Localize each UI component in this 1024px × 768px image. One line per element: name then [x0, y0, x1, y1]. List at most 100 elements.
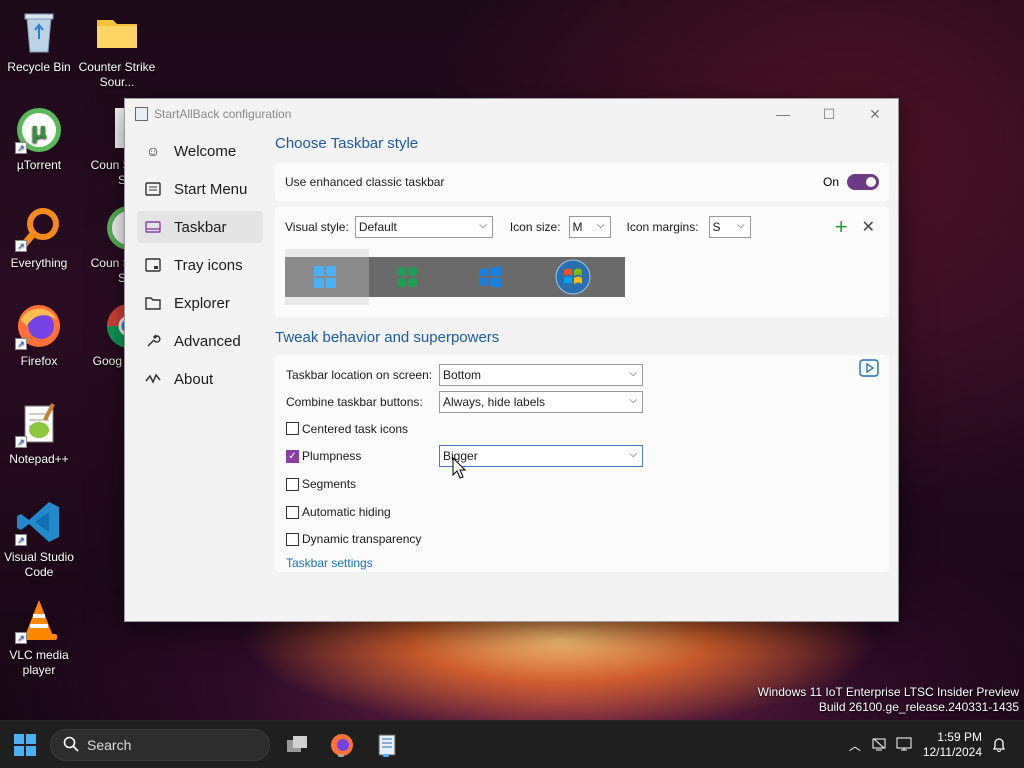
sidebar-item-advanced[interactable]: Advanced: [137, 325, 263, 357]
minimize-button[interactable]: —: [760, 99, 806, 129]
shortcut-arrow-icon: ↗: [15, 240, 27, 252]
firefox-icon: ↗: [15, 302, 63, 350]
visual-style-value: Default: [358, 220, 397, 234]
maximize-button[interactable]: ☐: [806, 99, 852, 129]
section-title-tweaks: Tweak behavior and superpowers: [275, 329, 500, 346]
segments-label: Segments: [302, 477, 357, 491]
taskbar-search[interactable]: Search: [50, 729, 270, 761]
plumpness-select[interactable]: Bigger ⌵: [439, 445, 643, 467]
autohide-checkbox[interactable]: [286, 505, 299, 519]
utorrent-icon: µ ↗: [15, 106, 63, 154]
enhanced-taskbar-label: Use enhanced classic taskbar: [285, 175, 445, 189]
sidebar-item-label: Welcome: [174, 142, 237, 160]
shortcut-arrow-icon: ↗: [15, 142, 27, 154]
title-bar[interactable]: StartAllBack configuration — ☐ ✕: [125, 99, 898, 129]
section-title-taskbar-style: Choose Taskbar style: [275, 135, 419, 152]
desktop-icon-label: Firefox: [20, 354, 58, 368]
icon-margins-select[interactable]: S ⌵: [708, 216, 751, 238]
desktop-icon-everything[interactable]: ↗ Everything: [0, 204, 78, 271]
add-style-button[interactable]: +: [835, 216, 848, 238]
notification-bell-icon[interactable]: [992, 736, 1006, 755]
wrench-icon: [144, 332, 162, 350]
start-button[interactable]: [14, 734, 36, 756]
desktop-icon-recycle-bin[interactable]: Recycle Bin: [0, 8, 78, 75]
desktop-icon-firefox[interactable]: ↗ Firefox: [0, 302, 78, 369]
visual-style-select[interactable]: Default ⌵: [354, 216, 493, 238]
window-controls: — ☐ ✕: [760, 99, 898, 129]
sidebar-item-tray-icons[interactable]: Tray icons: [137, 249, 263, 281]
chevron-down-icon: ⌵: [629, 449, 637, 460]
task-view-button[interactable]: [283, 731, 311, 759]
location-select[interactable]: Bottom ⌵: [439, 363, 643, 386]
sidebar-item-taskbar[interactable]: Taskbar: [137, 211, 263, 243]
desktop-icon-vlc[interactable]: ↗ VLC media player: [0, 596, 78, 678]
icon-size-select[interactable]: M ⌵: [568, 216, 611, 238]
video-tutorial-icon[interactable]: [859, 359, 879, 380]
sidebar-item-explorer[interactable]: Explorer: [137, 287, 263, 319]
sidebar-item-label: Taskbar: [174, 218, 227, 236]
desktop-icon-vscode[interactable]: ↗ Visual Studio Code: [0, 498, 78, 580]
chevron-down-icon: ⌵: [479, 220, 487, 231]
everything-search-icon: ↗: [15, 204, 63, 252]
location-value: Bottom: [443, 367, 482, 382]
watermark-line-2: Build 26100.ge_release.240331-1435: [818, 700, 1019, 714]
desktop-icon-utorrent[interactable]: µ ↗ µTorrent: [0, 106, 78, 173]
enhanced-taskbar-card: Use enhanced classic taskbar On: [275, 163, 889, 201]
tray-icon: [144, 256, 162, 274]
shortcut-arrow-icon: ↗: [15, 436, 27, 448]
desktop-icon-label: VLC media player: [9, 648, 69, 677]
clock-date: 12/11/2024: [922, 745, 982, 759]
show-hidden-icons-chevron-icon[interactable]: ︿: [849, 737, 861, 754]
chevron-down-icon: ⌵: [736, 220, 745, 231]
windows7-orb-icon[interactable]: [555, 259, 591, 295]
combine-select[interactable]: Always, hide labels ⌵: [439, 390, 643, 413]
sidebar-item-label: Advanced: [174, 332, 241, 350]
network-icon[interactable]: [871, 736, 887, 755]
segments-checkbox[interactable]: [286, 477, 299, 491]
sidebar-item-welcome[interactable]: ☺ Welcome: [137, 135, 263, 167]
green-start-icon[interactable]: [395, 265, 419, 289]
windows10-logo-icon[interactable]: [478, 265, 502, 289]
window-title: StartAllBack configuration: [154, 107, 292, 121]
windows11-logo-icon[interactable]: [313, 265, 337, 289]
enhanced-taskbar-toggle[interactable]: [847, 174, 879, 190]
sidebar-item-label: Tray icons: [174, 256, 243, 274]
visual-style-card: Visual style: Default ⌵ Icon size: M ⌵ I…: [275, 207, 889, 317]
search-placeholder: Search: [87, 737, 132, 753]
plumpness-label: Plumpness: [302, 449, 362, 463]
recycle-bin-icon: [15, 8, 63, 56]
svg-text:µ: µ: [31, 119, 47, 144]
os-watermark: Windows 11 IoT Enterprise LTSC Insider P…: [758, 685, 1019, 715]
app-icon: [135, 107, 148, 121]
taskbar-icon: [144, 218, 162, 236]
icon-margins-label: Icon margins:: [626, 220, 699, 234]
chevron-down-icon: ⌵: [629, 394, 637, 406]
chevron-down-icon: ⌵: [596, 220, 605, 231]
taskbar-startallback[interactable]: [373, 731, 401, 759]
plumpness-checkbox[interactable]: ✓: [286, 449, 299, 463]
notepadpp-icon: ↗: [15, 400, 63, 448]
tweaks-card: Taskbar location on screen: Bottom ⌵ Com…: [275, 355, 889, 572]
desktop-icon-notepadpp[interactable]: ↗ Notepad++: [0, 400, 78, 467]
desktop-icon-counter-strike[interactable]: Counter Strike Sour...: [78, 8, 156, 90]
display-icon[interactable]: [895, 736, 913, 755]
sidebar-item-start-menu[interactable]: Start Menu: [137, 173, 263, 205]
dyntrans-checkbox[interactable]: [286, 532, 299, 546]
vlc-icon: ↗: [15, 596, 63, 644]
desktop-icon-label: Notepad++: [9, 452, 69, 466]
sidebar-item-label: About: [174, 370, 214, 388]
shortcut-arrow-icon: ↗: [15, 632, 27, 644]
remove-style-button[interactable]: ✕: [862, 217, 875, 237]
visual-style-label: Visual style:: [285, 220, 349, 234]
close-button[interactable]: ✕: [852, 99, 898, 129]
centered-checkbox[interactable]: [286, 422, 299, 435]
taskbar-clock[interactable]: 1:59 PM 12/11/2024: [923, 730, 982, 760]
smiley-icon: ☺: [145, 143, 161, 159]
clock-time: 1:59 PM: [937, 730, 982, 744]
taskbar-firefox[interactable]: [328, 731, 356, 759]
desktop-icon-label: Recycle Bin: [7, 60, 71, 74]
sidebar-item-about[interactable]: About: [137, 363, 263, 395]
sidebar-item-label: Explorer: [174, 294, 230, 312]
taskbar-settings-link[interactable]: Taskbar settings: [286, 556, 373, 570]
content-pane: Choose Taskbar style Use enhanced classi…: [275, 135, 889, 578]
